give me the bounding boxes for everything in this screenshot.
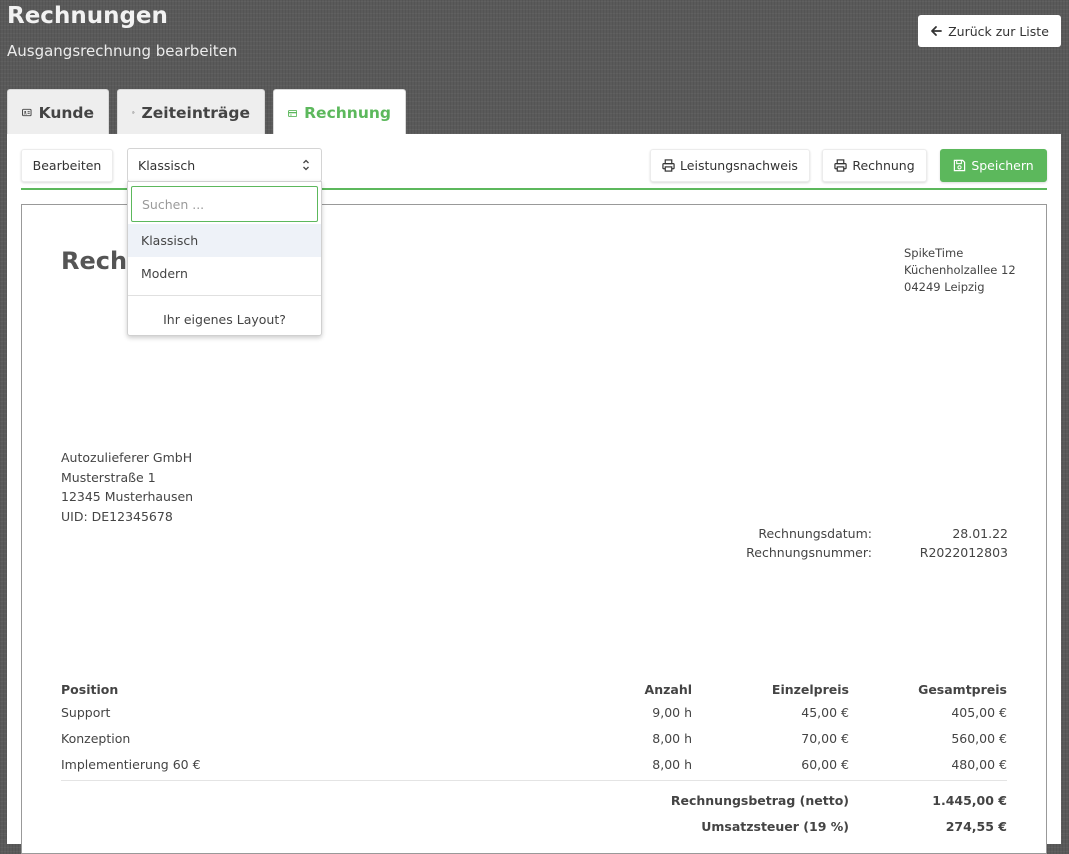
total-label: Rechnungsbetrag (netto) bbox=[670, 792, 849, 808]
recipient-line: Musterstraße 1 bbox=[61, 469, 156, 485]
tab-rechnung[interactable]: Rechnung bbox=[273, 89, 406, 136]
tab-kunde-label: Kunde bbox=[38, 103, 94, 122]
layout-select-value: Klassisch bbox=[138, 157, 196, 173]
cell-unit-price: 45,00 € bbox=[801, 704, 849, 720]
column-header: Gesamtpreis bbox=[918, 681, 1007, 697]
cell-unit-price: 70,00 € bbox=[801, 730, 849, 746]
total-value: 1.445,00 € bbox=[932, 792, 1007, 808]
table-row: Konzeption 8,00 h 70,00 € 560,00 € bbox=[61, 725, 1007, 751]
cell-quantity: 9,00 h bbox=[652, 704, 692, 720]
tab-kunde[interactable]: Kunde bbox=[7, 89, 109, 135]
arrow-left-icon bbox=[931, 26, 943, 36]
clock-icon bbox=[132, 111, 135, 114]
invoice-meta: Rechnungsdatum: 28.01.22 Rechnungsnummer… bbox=[722, 526, 1008, 564]
custom-layout-link[interactable]: Ihr eigenes Layout? bbox=[128, 304, 321, 334]
column-header: Anzahl bbox=[644, 681, 692, 697]
id-card-icon bbox=[22, 108, 32, 117]
printer-icon bbox=[662, 159, 675, 172]
meta-row-date: Rechnungsdatum: 28.01.22 bbox=[722, 526, 1008, 545]
save-button[interactable]: Speichern bbox=[940, 149, 1047, 182]
cell-position: Support bbox=[61, 704, 111, 720]
tab-bar: Kunde Zeiteinträge Rechnung bbox=[7, 89, 406, 136]
back-to-list-label: Zurück zur Liste bbox=[948, 23, 1049, 39]
meta-label: Rechnungsnummer: bbox=[746, 545, 872, 560]
layout-select[interactable]: Klassisch bbox=[127, 148, 322, 182]
column-header: Position bbox=[61, 681, 119, 697]
recipient-line: UID: DE12345678 bbox=[61, 508, 173, 524]
cell-position: Implementierung 60 € bbox=[61, 756, 201, 772]
recipient-line: 12345 Musterhausen bbox=[61, 489, 194, 504]
dropdown-divider bbox=[128, 295, 321, 296]
layout-dropdown: Klassisch Modern Ihr eigenes Layout? bbox=[127, 181, 322, 336]
meta-value: 28.01.22 bbox=[952, 526, 1008, 541]
print-invoice-label: Rechnung bbox=[852, 158, 915, 173]
edit-button-label: Bearbeiten bbox=[32, 158, 102, 173]
meta-row-number: Rechnungsnummer: R2022012803 bbox=[722, 545, 1008, 564]
cell-quantity: 8,00 h bbox=[652, 730, 692, 746]
service-proof-button[interactable]: Leistungsnachweis bbox=[650, 149, 810, 182]
meta-label: Rechnungsdatum: bbox=[758, 526, 872, 541]
cell-total: 405,00 € bbox=[951, 704, 1007, 720]
total-value: 274,55 € bbox=[945, 818, 1007, 834]
layout-option-modern[interactable]: Modern bbox=[128, 257, 321, 290]
cell-position: Konzeption bbox=[61, 730, 131, 746]
meta-value: R2022012803 bbox=[919, 545, 1008, 560]
layout-search-input[interactable] bbox=[131, 186, 318, 222]
total-row-net: Rechnungsbetrag (netto) 1.445,00 € bbox=[61, 787, 1007, 813]
sort-caret-icon bbox=[303, 159, 309, 171]
total-label: Umsatzsteuer (19 %) bbox=[701, 818, 849, 834]
page-subtitle: Ausgangsrechnung bearbeiten bbox=[7, 42, 238, 60]
cell-quantity: 8,00 h bbox=[652, 756, 692, 772]
cell-total: 480,00 € bbox=[951, 756, 1007, 772]
totals-divider bbox=[61, 780, 1007, 781]
column-header: Einzelpreis bbox=[771, 681, 849, 697]
page-title: Rechnungen bbox=[7, 3, 168, 29]
tab-zeiteintraege-label: Zeiteinträge bbox=[141, 103, 250, 122]
print-invoice-button[interactable]: Rechnung bbox=[822, 149, 927, 182]
table-row: Support 9,00 h 45,00 € 405,00 € bbox=[61, 699, 1007, 725]
recipient-line: Autozulieferer GmbH bbox=[61, 450, 193, 465]
service-proof-label: Leistungsnachweis bbox=[680, 158, 798, 173]
credit-card-icon bbox=[288, 109, 298, 117]
table-header: Position Anzahl Einzelpreis Gesamtpreis bbox=[61, 679, 1007, 699]
printer-icon bbox=[834, 159, 848, 172]
tab-rechnung-label: Rechnung bbox=[304, 104, 391, 122]
layout-option-klassisch[interactable]: Klassisch bbox=[128, 224, 321, 257]
cell-total: 560,00 € bbox=[951, 730, 1007, 746]
sender-line: SpikeTime bbox=[904, 246, 964, 260]
table-row: Implementierung 60 € 8,00 h 60,00 € 480,… bbox=[61, 751, 1007, 777]
floppy-disk-icon bbox=[954, 159, 966, 172]
tab-zeiteintraege[interactable]: Zeiteinträge bbox=[117, 89, 265, 135]
edit-button[interactable]: Bearbeiten bbox=[21, 149, 113, 182]
sender-line: 04249 Leipzig bbox=[904, 280, 985, 294]
line-items-table: Position Anzahl Einzelpreis Gesamtpreis … bbox=[61, 679, 1007, 839]
cell-unit-price: 60,00 € bbox=[801, 756, 849, 772]
back-to-list-button[interactable]: Zurück zur Liste bbox=[918, 15, 1061, 47]
total-row-tax: Umsatzsteuer (19 %) 274,55 € bbox=[61, 813, 1007, 839]
save-button-label: Speichern bbox=[971, 158, 1034, 173]
recipient-address: Autozulieferer GmbH Musterstraße 1 12345… bbox=[61, 448, 193, 526]
sender-address: SpikeTime Küchenholzallee 12 04249 Leipz… bbox=[904, 245, 1016, 296]
sender-line: Küchenholzallee 12 bbox=[904, 263, 1016, 277]
